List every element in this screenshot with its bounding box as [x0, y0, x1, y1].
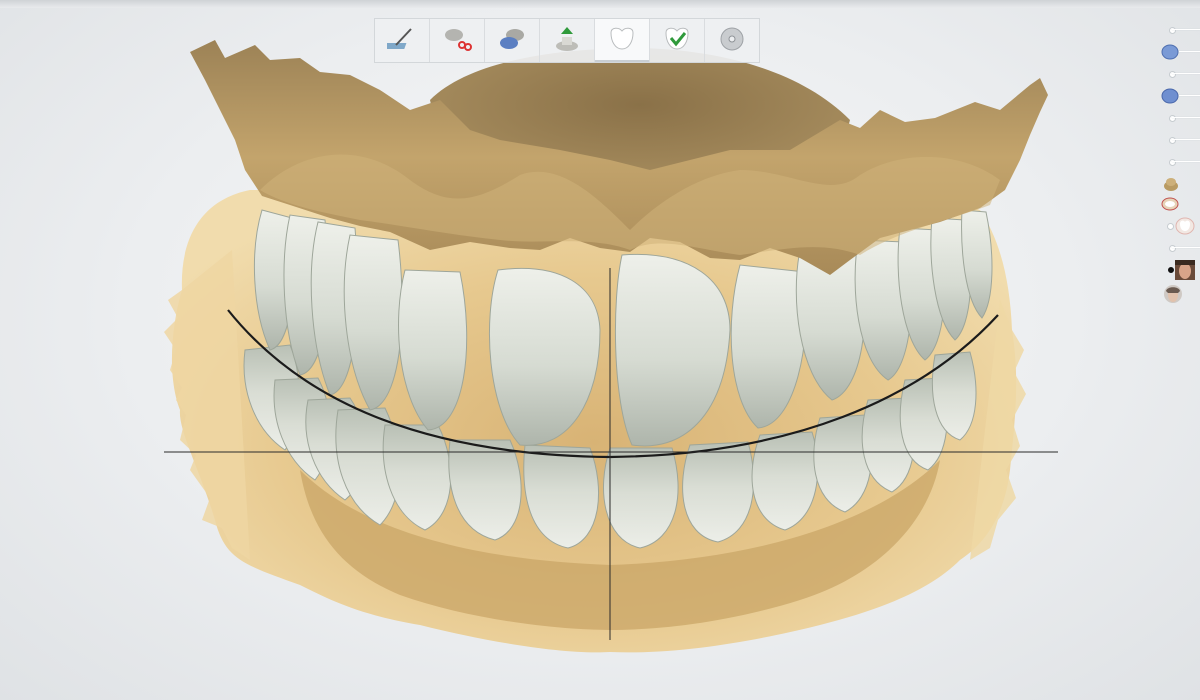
slider-line-icon [1172, 117, 1200, 118]
slider-line-icon [1172, 29, 1200, 30]
face-photo-toggle[interactable] [1155, 260, 1200, 280]
slider-line-icon [1179, 95, 1200, 96]
tooth-design-icon [607, 25, 637, 57]
lower-jaw-toggle[interactable] [1155, 86, 1200, 106]
model-insert-icon [552, 25, 582, 57]
tooth-check-icon [662, 25, 692, 57]
scissors-icon [442, 25, 472, 57]
upper-jaw-toggle[interactable] [1155, 42, 1200, 62]
face-photo-icon [1175, 260, 1195, 284]
tool-align[interactable] [485, 19, 540, 62]
3d-viewport[interactable] [0, 0, 1200, 700]
tool-check[interactable] [650, 19, 705, 62]
gold-model-icon [1163, 176, 1179, 196]
tool-trim[interactable] [430, 19, 485, 62]
tool-export[interactable] [705, 19, 759, 62]
face-thumb-toggle[interactable] [1155, 284, 1200, 304]
visibility-slider-5[interactable] [1155, 152, 1200, 172]
tool-design[interactable] [595, 19, 650, 62]
face-thumb-icon [1163, 284, 1183, 308]
teeth-arch-toggle[interactable] [1155, 194, 1200, 214]
slider-line-icon [1172, 247, 1200, 248]
visibility-slider-6[interactable] [1155, 238, 1200, 258]
gold-model-toggle[interactable] [1155, 174, 1200, 194]
tool-insert[interactable] [540, 19, 595, 62]
visibility-slider-3[interactable] [1155, 108, 1200, 128]
upper-jaw-blue-icon [1161, 44, 1179, 64]
selected-indicator [1168, 267, 1174, 273]
slider-line-icon [1172, 161, 1200, 162]
scan-pen-icon [382, 25, 417, 57]
crown-icon [1175, 217, 1195, 239]
workflow-toolbar [374, 18, 760, 63]
crown-toggle[interactable] [1155, 216, 1200, 236]
slider-line-icon [1172, 139, 1200, 140]
slider-line-icon [1179, 51, 1200, 52]
slider-line-icon [1172, 73, 1200, 74]
lower-jaw-blue-icon [1161, 88, 1179, 108]
tool-scan[interactable] [375, 19, 430, 62]
visibility-slider-2[interactable] [1155, 64, 1200, 84]
teeth-arch-icon [1161, 196, 1179, 216]
visibility-slider-1[interactable] [1155, 20, 1200, 40]
model-align-icon [497, 25, 527, 57]
slider-handle[interactable] [1167, 223, 1174, 230]
disc-export-icon [717, 25, 747, 57]
visibility-panel [1155, 20, 1200, 310]
visibility-slider-4[interactable] [1155, 130, 1200, 150]
